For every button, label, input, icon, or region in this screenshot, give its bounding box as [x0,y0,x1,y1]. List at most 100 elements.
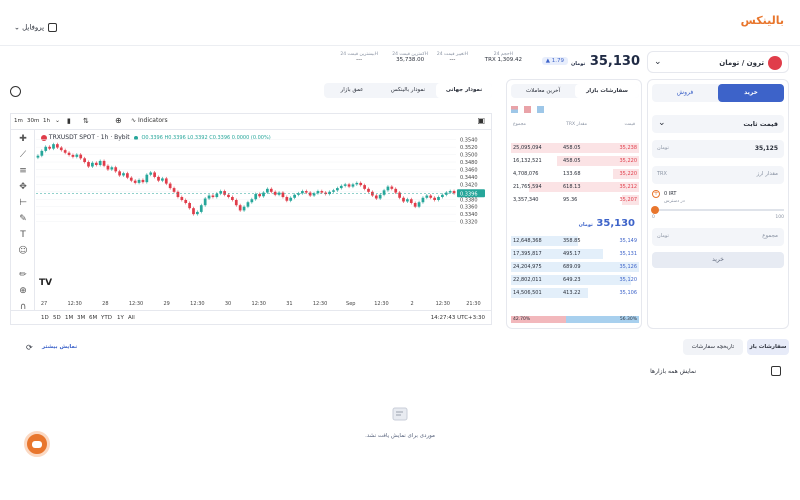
total-field[interactable]: مجموع تومان [652,228,784,246]
bids-only-icon[interactable] [536,106,544,113]
tab-open-orders[interactable]: سفارشات باز [747,339,789,355]
refresh-icon[interactable]: ⟳ [26,343,33,352]
last-price: 35,130 تومان [571,54,640,69]
candle-body [79,154,83,159]
trend-line-icon[interactable]: ⟋ [16,150,30,162]
available-row: + 0 IRT در دسترس [652,190,784,204]
fib-icon[interactable]: ≡ [16,166,30,178]
candle-body [164,178,168,184]
fullscreen-icon[interactable] [10,86,21,97]
buy-tab[interactable]: خرید [718,84,784,102]
bid-row[interactable]: 17,395,817 495.17 35,131 [511,249,639,259]
add-funds-icon[interactable]: + [652,190,660,198]
candle-body [367,188,370,192]
add-symbol-icon[interactable]: ⊕ [115,116,122,125]
sell-tab[interactable]: فروش [652,84,718,102]
submit-buy-button[interactable]: خرید [652,252,784,268]
candle-body [145,174,149,183]
chevron-down-icon[interactable]: ⌄ [55,117,60,124]
candle-body [91,162,94,167]
range-ytd[interactable]: YTD [101,315,112,321]
pattern-icon[interactable]: ✥ [16,182,30,194]
chevron-down-icon: ⌄ [654,57,662,67]
bid-row[interactable]: 14,506,501 413.22 35,106 [511,288,639,298]
indicators-icon: ∿ [131,117,137,124]
range-1m[interactable]: 1M [65,315,73,321]
projection-icon[interactable]: ⊢ [16,198,30,210]
profile-menu[interactable]: ⌄ پروفایل [14,23,58,32]
bid-row[interactable]: 22,802,011 649.23 35,120 [511,275,639,285]
trx-icon [768,56,782,70]
y-tick-label: 0.3420 [460,182,478,188]
candle-body [258,194,261,197]
range-1y[interactable]: 1Y [117,315,124,321]
bid-row[interactable]: 24,204,975 689.09 35,126 [511,262,639,272]
tab-market-depth[interactable]: عمق بازار [324,83,380,98]
candle-body [98,160,102,166]
range-3m[interactable]: 3M [77,315,85,321]
order-type-select[interactable]: قیمت ثابت ⌄ [652,115,784,133]
interval-1m[interactable]: 1m [14,118,23,124]
ask-row[interactable]: 3,357,340 95.36 35,207 [511,195,639,205]
y-tick-label: 0.3440 [460,175,478,181]
ask-row[interactable]: 25,095,094 458.05 35,238 [511,143,639,153]
zoom-icon[interactable]: ⊕ [16,286,30,298]
support-chat-button[interactable] [24,431,50,457]
candle-body [452,191,456,194]
stat-high: بیشترین قیمت 24H --- [340,52,378,63]
tab-market-orders[interactable]: سفارشات بازار [575,84,639,98]
orderbook-tabs: سفارشات بازار آخرین معاملات [511,84,639,98]
stat-volume: حجم 24H TRX 1,309.42 [484,52,522,63]
candle-body [141,179,145,183]
candle-body [52,144,55,149]
change-badge: ▲ 1.79 [541,57,568,65]
range-6m[interactable]: 6M [89,315,97,321]
brand-logo[interactable]: بالینکس [741,14,784,27]
price-field[interactable]: 35,125 تومان [652,140,784,158]
indicators-button[interactable]: ∿ Indicators [131,117,168,124]
candle-body [71,154,75,157]
ask-row[interactable]: 16,132,521 458.05 35,220 [511,156,639,166]
amount-field[interactable]: مقدار ارز TRX [652,166,784,184]
compare-icon[interactable]: ⇅ [83,117,89,125]
bar-style-icon[interactable]: ▮ [67,117,71,125]
ask-row[interactable]: 4,708,076 133.68 35,220 [511,169,639,179]
range-1d[interactable]: 1D [41,315,49,321]
interval-30m[interactable]: 30m [27,118,39,124]
tab-recent-trades[interactable]: آخرین معاملات [511,84,575,98]
candle-body [328,191,331,195]
pair-selector[interactable]: ترون / تومان ⌄ [647,51,789,73]
currency-unit-trx: TRX [657,171,667,177]
camera-icon[interactable]: ▣ [477,116,485,125]
tab-balinex-chart[interactable]: نمودار بالینکس [380,83,436,98]
asks-only-icon[interactable] [523,106,531,113]
candle-body [308,192,312,196]
text-icon[interactable]: T [16,230,30,242]
tab-order-history[interactable]: تاریخچه سفارشات [683,339,743,355]
candle-body [40,150,44,156]
amount-slider[interactable]: 0 100 [651,206,784,220]
show-more-link[interactable]: نمایش بیشتر [42,344,77,350]
both-sides-icon[interactable] [511,106,518,113]
bid-row[interactable]: 12,648,368 358.85 35,149 [511,236,639,246]
range-5d[interactable]: 5D [53,315,61,321]
price-chart[interactable]: 0.35400.3520 0.35000.34800.3460 0.34400.34… [36,132,491,312]
candle-body [114,167,118,172]
range-all[interactable]: All [128,315,135,321]
candle-body [429,195,433,198]
ruler-icon[interactable]: ✏ [16,270,30,282]
crosshair-icon[interactable]: ✚ [16,134,30,146]
x-tick-label: 12:30 [67,301,81,307]
candle-body [94,162,98,166]
ask-row[interactable]: 21,765,594 618.13 35,212 [511,182,639,192]
tab-global-chart[interactable]: نمودار جهانی [436,83,492,98]
emoji-icon[interactable]: ☺ [16,246,30,258]
candle-body [67,152,71,155]
interval-1h[interactable]: 1h [43,118,50,124]
brush-icon[interactable]: ✎ [16,214,30,226]
show-all-checkbox[interactable] [771,366,781,376]
candle-body [374,195,378,199]
slider-handle[interactable] [651,206,659,214]
candle-body [118,171,121,176]
pair-label: ترون / تومان [719,59,764,67]
